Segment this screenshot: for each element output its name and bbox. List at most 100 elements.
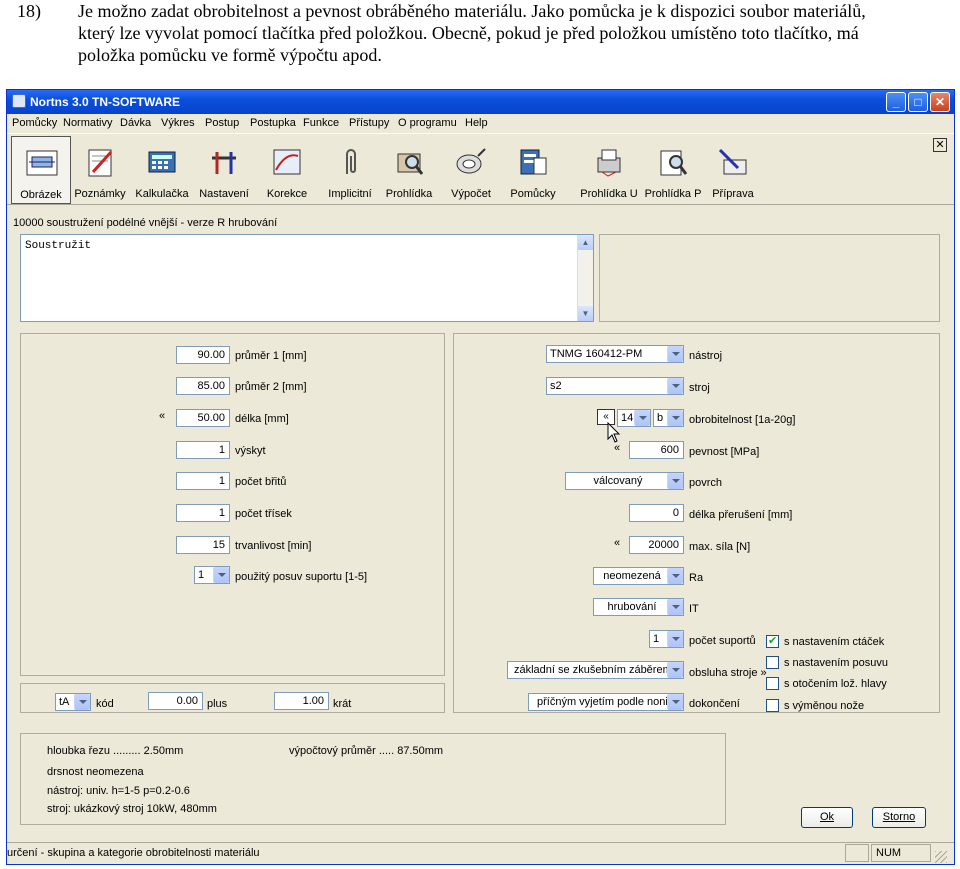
prumer2-label: průměr 2 [mm] — [235, 381, 307, 393]
ra-select[interactable]: neomezená — [593, 567, 684, 585]
chevron-down-icon[interactable] — [634, 410, 650, 426]
menu-pomucky[interactable]: Pomůcky — [12, 117, 57, 129]
pevnost-helper-button[interactable]: « — [614, 442, 620, 454]
sila-helper-button[interactable]: « — [614, 537, 620, 549]
trisek-input[interactable]: 1 — [176, 504, 230, 522]
menu-funkce[interactable]: Funkce — [303, 117, 339, 129]
kod-select[interactable]: tA — [55, 693, 91, 711]
note-textarea[interactable]: Soustružit ▲ ▼ — [20, 234, 594, 322]
tool-label: Prohlídka U — [580, 188, 638, 200]
posuv-select[interactable]: 1 — [194, 566, 230, 584]
britu-input[interactable]: 1 — [176, 472, 230, 490]
tool-implicitni[interactable]: Implicitní — [320, 136, 380, 204]
delka-helper-button[interactable]: « — [159, 410, 165, 422]
chevron-down-icon[interactable] — [667, 599, 683, 615]
tool-obrazek[interactable]: Obrázek — [11, 136, 71, 204]
prumer1-input[interactable]: 90.00 — [176, 346, 230, 364]
tool-nastaveni[interactable]: Nastavení — [194, 136, 254, 204]
tool-label: Obrázek — [20, 189, 62, 201]
chevron-down-icon[interactable] — [667, 568, 683, 584]
trvanlivost-input[interactable]: 15 — [176, 536, 230, 554]
tool-label: Výpočet — [451, 188, 491, 200]
chevron-down-icon[interactable] — [667, 473, 683, 489]
stroj-label: stroj — [689, 382, 710, 394]
menu-help[interactable]: Help — [465, 117, 488, 129]
kod-label: kód — [96, 698, 114, 710]
it-select[interactable]: hrubování — [593, 598, 684, 616]
suportu-select[interactable]: 1 — [649, 630, 684, 648]
chevron-down-icon[interactable] — [667, 378, 683, 394]
pevnost-input[interactable]: 600 — [629, 441, 684, 459]
chevron-down-icon[interactable] — [667, 346, 683, 362]
magnifier-icon — [660, 150, 688, 176]
checkbox-posuv[interactable] — [766, 656, 779, 669]
krat-input[interactable]: 1.00 — [274, 692, 329, 710]
vyskyt-input[interactable]: 1 — [176, 441, 230, 459]
tool-label: Prohlídka — [385, 188, 433, 200]
chevron-down-icon[interactable] — [667, 694, 683, 710]
scroll-up-icon[interactable]: ▲ — [578, 235, 593, 250]
storno-button[interactable]: Storno — [872, 807, 926, 828]
checkbox-hlava-label: s otočením lož. hlavy — [784, 678, 887, 690]
stroj-select[interactable]: s2 — [546, 377, 684, 395]
title-bar[interactable]: Nortns 3.0 TN-SOFTWARE _ □ ✕ — [7, 90, 954, 114]
chevron-down-icon[interactable] — [667, 662, 683, 678]
obsluha-select[interactable]: základní se zkušebním záběrem — [507, 661, 684, 679]
preruseni-input[interactable]: 0 — [629, 504, 684, 522]
tool-priprava[interactable]: Příprava — [703, 136, 763, 204]
tool-label: Korekce — [266, 188, 308, 200]
tool-vypocet[interactable]: Výpočet — [441, 136, 501, 204]
chevron-down-icon[interactable] — [667, 410, 683, 426]
doc-line-1: Je možno zadat obrobitelnost a pevnost o… — [78, 1, 866, 21]
calculator-icon — [148, 151, 176, 173]
britu-label: počet břitů — [235, 476, 287, 488]
status-bar: určení - skupina a kategorie obrobitelno… — [7, 842, 954, 864]
delka-input[interactable]: 50.00 — [176, 409, 230, 427]
nastroj-select[interactable]: TNMG 160412-PM — [546, 345, 684, 363]
dokonceni-select[interactable]: příčným vyjetím podle nonia — [528, 693, 684, 711]
menu-postup[interactable]: Postup — [205, 117, 239, 129]
tool-poznamky[interactable]: Poznámky — [70, 136, 130, 204]
maximize-icon[interactable]: □ — [908, 92, 928, 112]
menu-vykres[interactable]: Výkres — [161, 117, 195, 129]
checkbox-noze[interactable] — [766, 699, 779, 712]
chevron-down-icon[interactable] — [74, 694, 90, 710]
close-icon[interactable]: ✕ — [930, 92, 950, 112]
menu-postupka[interactable]: Postupka — [250, 117, 296, 129]
checkbox-hlava[interactable] — [766, 677, 779, 690]
preruseni-label: délka přerušení [mm] — [689, 509, 793, 521]
sila-input[interactable]: 20000 — [629, 536, 684, 554]
close-panel-icon[interactable]: ✕ — [933, 138, 947, 152]
tool-prohlidka-p[interactable]: Prohlídka P — [643, 136, 703, 204]
plus-input[interactable]: 0.00 — [148, 692, 203, 710]
tool-kalkulacka[interactable]: Kalkulačka — [132, 136, 192, 204]
menu-pristupy[interactable]: Přístupy — [349, 117, 389, 129]
obrobitelnost-letter-select[interactable]: b — [653, 409, 684, 427]
resize-grip-icon[interactable] — [935, 851, 947, 863]
note-scrollbar[interactable]: ▲ ▼ — [577, 235, 593, 321]
tool-label: Nastavení — [199, 188, 249, 200]
doc-line-2: který lze vyvolat pomocí tlačítka před p… — [78, 23, 859, 43]
info-vypoctovy-prumer: výpočtový průměr ..... 87.50mm — [289, 745, 444, 757]
info-nastroj: nástroj: univ. h=1-5 p=0.2-0.6 — [47, 785, 190, 797]
tool-korekce[interactable]: Korekce — [257, 136, 317, 204]
prumer2-input[interactable]: 85.00 — [176, 377, 230, 395]
drawing-icon — [26, 150, 58, 176]
tool-prohlidka-u[interactable]: Prohlídka U — [579, 136, 639, 204]
suportu-label: počet suportů — [689, 635, 756, 647]
chevron-down-icon[interactable] — [213, 567, 229, 583]
chevron-down-icon[interactable] — [667, 631, 683, 647]
scroll-down-icon[interactable]: ▼ — [578, 306, 593, 321]
menu-davka[interactable]: Dávka — [120, 117, 151, 129]
nastroj-value: TNMG 160412-PM — [550, 348, 643, 360]
tool-prohlidka[interactable]: Prohlídka — [379, 136, 439, 204]
checkbox-ctacek[interactable] — [766, 634, 779, 648]
krat-label: krát — [333, 698, 352, 710]
ok-button[interactable]: Ok — [801, 807, 853, 828]
minimize-icon[interactable]: _ — [886, 92, 906, 112]
menu-normativy[interactable]: Normativy — [63, 117, 113, 129]
menu-o-programu[interactable]: O programu — [398, 117, 457, 129]
tool-label: Pomůcky — [510, 188, 556, 200]
tool-pomucky[interactable]: Pomůcky — [503, 136, 563, 204]
povrch-select[interactable]: válcovaný — [565, 472, 684, 490]
